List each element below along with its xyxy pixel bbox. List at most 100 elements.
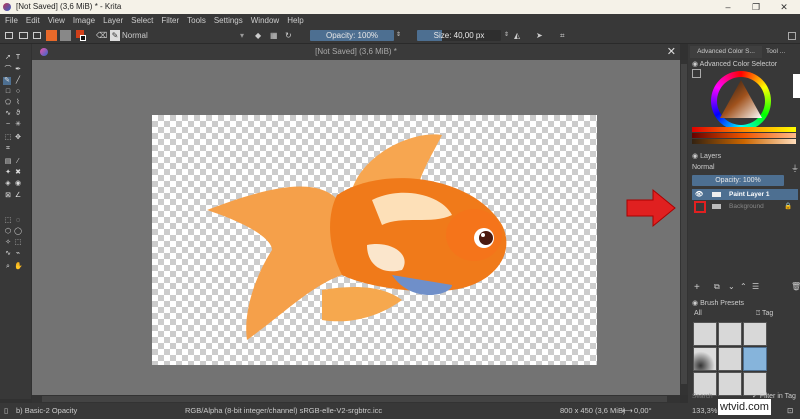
tag-button[interactable]: ⍞ Tag <box>756 310 773 318</box>
document-tab[interactable]: [Not Saved] (3,6 MiB) * ✕ <box>32 44 680 60</box>
preset-eraser-icon[interactable]: ⌫ <box>96 30 107 41</box>
horizontal-scrollbar[interactable] <box>32 395 680 403</box>
smart-patch-icon[interactable]: ✦ <box>4 169 12 177</box>
layer-row-background[interactable]: Background 🔒 <box>692 201 798 213</box>
duplicate-layer-icon[interactable]: ⧉ <box>714 282 720 292</box>
fullscreen-icon[interactable]: ⊡ <box>787 403 793 419</box>
layer-row-paint-layer-1[interactable]: 👁 Paint Layer 1 <box>692 189 798 200</box>
blend-mode-select[interactable]: Normal <box>122 30 247 41</box>
lock-icon[interactable]: 🔒 <box>784 201 792 212</box>
tab-tool-options[interactable]: Tool ... <box>766 46 796 58</box>
bezier-select-icon[interactable]: ∿ <box>4 250 12 258</box>
crop-tool-icon[interactable]: ⌗ <box>4 145 12 153</box>
layer-properties-icon[interactable]: ☰ <box>752 282 759 291</box>
saturation-triangle[interactable] <box>718 78 764 120</box>
rotation-value[interactable]: 0,00° <box>634 403 652 419</box>
menu-edit[interactable]: Edit <box>26 14 40 27</box>
size-slider[interactable]: Size: 40,00 px <box>417 30 501 41</box>
line-tool-icon[interactable]: ╱ <box>14 77 22 85</box>
tab-advanced-color[interactable]: Advanced Color S... <box>690 46 762 58</box>
save-icon[interactable] <box>33 32 41 39</box>
minimize-button[interactable]: – <box>716 0 740 14</box>
calligraphy-icon[interactable]: ✒ <box>14 66 22 74</box>
enclose-fill-icon[interactable]: ◉ <box>14 180 22 188</box>
color-settings-icon[interactable] <box>692 69 701 78</box>
ellipse-tool-icon[interactable]: ○ <box>14 88 22 96</box>
menu-tools[interactable]: Tools <box>187 14 206 27</box>
wrap-around-icon[interactable]: ⌗ <box>560 30 565 41</box>
brush-preset-eraser[interactable] <box>693 322 717 346</box>
hue-slider[interactable] <box>692 127 796 132</box>
menu-settings[interactable]: Settings <box>214 14 243 27</box>
brush-icon[interactable]: ✎ <box>110 30 120 41</box>
mirror-vertical-icon[interactable]: ➤ <box>536 30 543 41</box>
alpha-lock-icon[interactable]: ▦ <box>270 30 278 41</box>
image-canvas[interactable] <box>152 115 597 365</box>
size-spinner[interactable]: ⇕ <box>504 30 509 41</box>
multibrush-icon[interactable]: ✳ <box>14 121 22 129</box>
close-document-button[interactable]: ✕ <box>667 44 676 60</box>
add-layer-button[interactable]: + <box>694 282 700 293</box>
menu-filter[interactable]: Filter <box>161 14 179 27</box>
vertical-scrollbar[interactable] <box>680 60 688 395</box>
menu-view[interactable]: View <box>48 14 65 27</box>
polyline-tool-icon[interactable]: ⌇ <box>14 99 22 107</box>
contiguous-select-icon[interactable]: ✧ <box>4 239 12 247</box>
bezier-tool-icon[interactable]: ∿ <box>4 110 12 118</box>
assistant-tool-icon[interactable]: ⊠ <box>4 192 12 200</box>
select-tool-icon[interactable]: ➚ <box>4 54 12 62</box>
opacity-spinner[interactable]: ⇕ <box>396 30 401 41</box>
scroll-thumb[interactable] <box>42 396 667 402</box>
pan-tool-icon[interactable]: ✋ <box>14 263 23 271</box>
brush-preset-pencil-blue[interactable] <box>718 322 742 346</box>
delete-layer-icon[interactable]: 🗑 <box>791 282 800 291</box>
text-tool-icon[interactable]: T <box>14 54 22 62</box>
rectangle-tool-icon[interactable]: □ <box>4 88 12 96</box>
mirror-horizontal-icon[interactable]: ◭ <box>514 30 520 41</box>
menu-select[interactable]: Select <box>131 14 153 27</box>
menu-help[interactable]: Help <box>287 14 303 27</box>
brush-tool-icon[interactable]: ✎ <box>3 77 11 85</box>
similar-select-icon[interactable]: ⬚ <box>14 239 22 247</box>
menu-image[interactable]: Image <box>73 14 95 27</box>
ellipse-select-icon[interactable]: ◌ <box>14 217 22 225</box>
close-button[interactable]: ✕ <box>772 0 796 14</box>
layer-blend-select[interactable]: Normal <box>692 163 784 173</box>
menu-file[interactable]: File <box>5 14 18 27</box>
polygon-tool-icon[interactable]: ⬠ <box>4 99 12 107</box>
rect-select-icon[interactable]: ⬚ <box>4 217 12 225</box>
color-picker-icon[interactable]: ⁄ <box>14 158 22 166</box>
layer-opacity-slider[interactable]: Opacity: 100% <box>692 175 784 186</box>
pattern-swatch[interactable] <box>60 30 71 41</box>
opacity-slider[interactable]: Opacity: 100% <box>310 30 394 41</box>
menu-window[interactable]: Window <box>251 14 279 27</box>
visibility-toggle-highlighted[interactable] <box>694 201 706 213</box>
saturation-slider[interactable] <box>692 133 796 138</box>
rotation-icon[interactable]: ⟷ <box>622 403 633 419</box>
new-document-icon[interactable] <box>5 32 13 39</box>
edit-shapes-icon[interactable]: ⌒ <box>4 66 12 74</box>
measure-tool-icon[interactable]: ∠ <box>14 192 22 200</box>
eraser-mode-icon[interactable]: ◆ <box>255 30 261 41</box>
move-down-icon[interactable]: ⌄ <box>728 282 735 291</box>
zoom-level[interactable]: 133,3% <box>692 403 717 419</box>
move-up-icon[interactable]: ⌃ <box>740 282 747 291</box>
reload-preset-icon[interactable]: ↻ <box>285 30 292 41</box>
visibility-eye-icon[interactable]: 👁 <box>695 189 703 200</box>
menu-layer[interactable]: Layer <box>103 14 123 27</box>
color-history-swatch[interactable] <box>793 74 800 98</box>
brush-preset-airbrush[interactable] <box>693 347 717 371</box>
magnetic-select-icon[interactable]: ⌁ <box>14 250 22 258</box>
value-slider[interactable] <box>692 139 796 144</box>
fill-tool-icon[interactable]: ◈ <box>4 180 12 188</box>
colorize-mask-icon[interactable]: ✖ <box>14 169 22 177</box>
maximize-button[interactable]: ❐ <box>744 0 768 14</box>
brush-preset-basic-2-opacity[interactable] <box>743 347 767 371</box>
gradient-tool-icon[interactable]: ▤ <box>4 158 12 166</box>
freehand-path-icon[interactable]: ϑ <box>14 110 22 118</box>
zoom-tool-icon[interactable]: ⌕ <box>4 263 12 271</box>
move-tool-icon[interactable]: ✥ <box>14 134 22 142</box>
brush-preset-ink[interactable] <box>718 347 742 371</box>
gradient-swatch[interactable] <box>46 30 57 41</box>
brush-preset-eraser-soft[interactable] <box>743 322 767 346</box>
